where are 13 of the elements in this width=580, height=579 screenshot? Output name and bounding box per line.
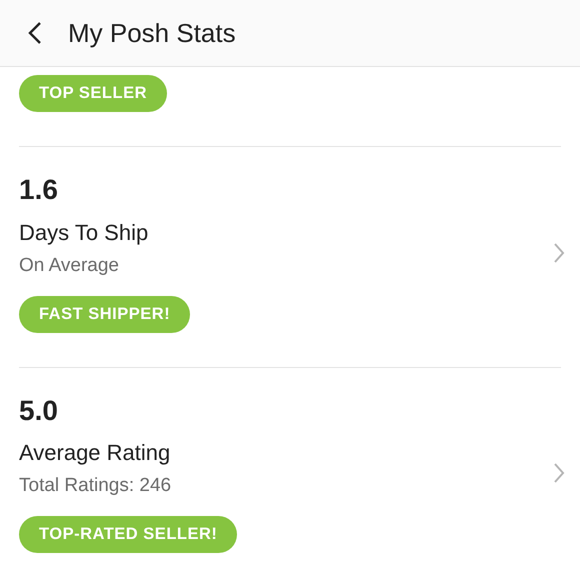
stat-label: Days To Ship <box>19 220 150 245</box>
status-badge: FAST SHIPPER! <box>19 296 190 333</box>
stat-label: Average Rating <box>19 441 172 466</box>
back-button[interactable] <box>28 21 42 45</box>
chevron-right-icon[interactable] <box>553 462 565 484</box>
stat-value: 5.0 <box>19 394 59 428</box>
stat-value: 1.6 <box>19 173 59 207</box>
status-badge: TOP SELLER <box>19 75 167 112</box>
page-title: My Posh Stats <box>68 16 236 50</box>
stat-note: Total Ratings: 246 <box>19 475 172 498</box>
status-badge: TOP-RATED SELLER! <box>19 516 238 554</box>
chevron-right-icon[interactable] <box>553 242 565 264</box>
stat-note: On Average <box>19 254 120 278</box>
